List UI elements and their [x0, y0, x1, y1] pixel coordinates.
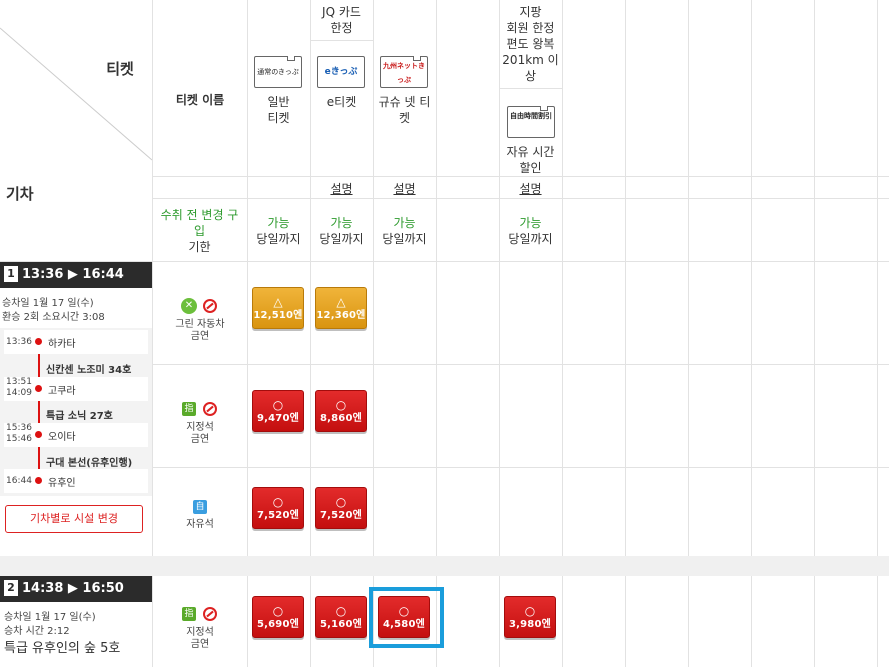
- jq-card-limited: JQ 카드 한정: [322, 5, 361, 35]
- price-green-e[interactable]: △ 12,360엔: [315, 287, 367, 329]
- stop-oita: 15:36 15:46 오이타: [4, 423, 148, 447]
- no-smoking-icon: [203, 607, 217, 621]
- ticket-name-kyushu-net: 규슈 넷 티켓: [378, 95, 431, 125]
- train-1-time: 13:36 ▶ 16:44: [22, 267, 124, 282]
- change-seat-button[interactable]: 기차별로 시설 변경: [5, 505, 143, 533]
- e-ticket-logo: eきっぷ: [317, 56, 365, 88]
- explain-link-e[interactable]: 설명: [310, 181, 373, 197]
- no-smoking-icon: [203, 402, 217, 416]
- ordinary-ticket-logo: 通常のきっぷ: [254, 56, 302, 88]
- free-time-discount-logo: 自由時間割引: [507, 106, 555, 138]
- header-ticket-label: 티켓: [106, 60, 134, 78]
- price-train2-ordinary[interactable]: ○ 5,690엔: [252, 596, 304, 638]
- price-free-e[interactable]: ○ 7,520엔: [315, 487, 367, 529]
- ticket-name-e: e티켓: [326, 95, 357, 109]
- route-line: [38, 342, 40, 482]
- price-train2-kyushu-net[interactable]: ○ 4,580엔: [378, 596, 430, 638]
- ticket-name-ordinary: 일반 티켓: [267, 95, 290, 125]
- segment-nozomi: 신칸센 노조미 34호: [46, 365, 132, 376]
- change-limit-free-time: 가능 당일까지: [508, 216, 553, 246]
- price-reserved-e[interactable]: ○ 8,860엔: [315, 390, 367, 432]
- price-free-ordinary[interactable]: ○ 7,520엔: [252, 487, 304, 529]
- kyushu-net-ticket-logo: 九州ネットきっぷ: [380, 56, 428, 88]
- seat-type-reserved: 지정석 금연: [186, 422, 214, 445]
- ticket-name-free-time: 자유 시간 할인: [506, 145, 555, 175]
- train-2-name: 특급 유후인의 숲 5호: [4, 641, 121, 656]
- train-1-transfer: 환승 2회 소요시간 3:08: [2, 312, 105, 323]
- no-smoking-icon: [203, 299, 217, 313]
- explain-link-free-time[interactable]: 설명: [499, 181, 562, 197]
- train-1-date: 승차일 1월 17 일(수): [2, 298, 94, 309]
- seat-type-reserved-2: 지정석 금연: [186, 627, 214, 650]
- stop-hakata: 13:36 하카타: [4, 330, 148, 354]
- change-limit-label: 수취 전 변경 구 입 기한: [160, 208, 239, 254]
- explain-link-kyushu-net[interactable]: 설명: [373, 181, 436, 197]
- change-limit-e: 가능 당일까지: [319, 216, 364, 246]
- row-separator: [0, 556, 889, 576]
- reserved-seat-icon: 指: [182, 607, 196, 621]
- change-limit-kyushu-net: 가능 당일까지: [382, 216, 427, 246]
- stop-yufuin: 16:44 유후인: [4, 469, 148, 493]
- change-limit-ordinary: 가능 당일까지: [256, 216, 301, 246]
- segment-sonic: 특급 소닉 27호: [46, 411, 113, 422]
- train-2-time: 14:38 ▶ 16:50: [22, 581, 124, 596]
- price-train2-free-time[interactable]: ○ 3,980엔: [504, 596, 556, 638]
- local-member-limited: 지팡 회원 한정 편도 왕복 201km 이 상: [502, 5, 559, 83]
- train-2-duration: 승차 시간 2:12: [4, 626, 70, 637]
- segment-kyudai: 구대 본선(유후인행): [46, 458, 133, 469]
- train-2-date: 승차일 1월 17 일(수): [4, 612, 96, 623]
- free-seat-icon: 自: [193, 500, 207, 514]
- price-green-ordinary[interactable]: △ 12,510엔: [252, 287, 304, 329]
- seat-type-green: 그린 자동차 금연: [175, 319, 225, 342]
- header-diagonal: [0, 27, 152, 161]
- price-reserved-ordinary[interactable]: ○ 9,470엔: [252, 390, 304, 432]
- train-2-number: 2: [4, 580, 18, 596]
- train-1-header: 1 13:36 ▶ 16:44: [0, 262, 152, 288]
- reserved-seat-icon: 指: [182, 402, 196, 416]
- ticket-name-label: 티켓 이름: [175, 93, 225, 107]
- seat-type-free: 자유석: [186, 519, 214, 530]
- header-train-label: 기차: [6, 185, 34, 203]
- stop-kokura: 13:51 14:09 고쿠라: [4, 377, 148, 401]
- train-1-number: 1: [4, 266, 18, 282]
- clover-icon: ✕: [181, 298, 197, 314]
- train-2-header: 2 14:38 ▶ 16:50: [0, 576, 152, 602]
- price-train2-e[interactable]: ○ 5,160엔: [315, 596, 367, 638]
